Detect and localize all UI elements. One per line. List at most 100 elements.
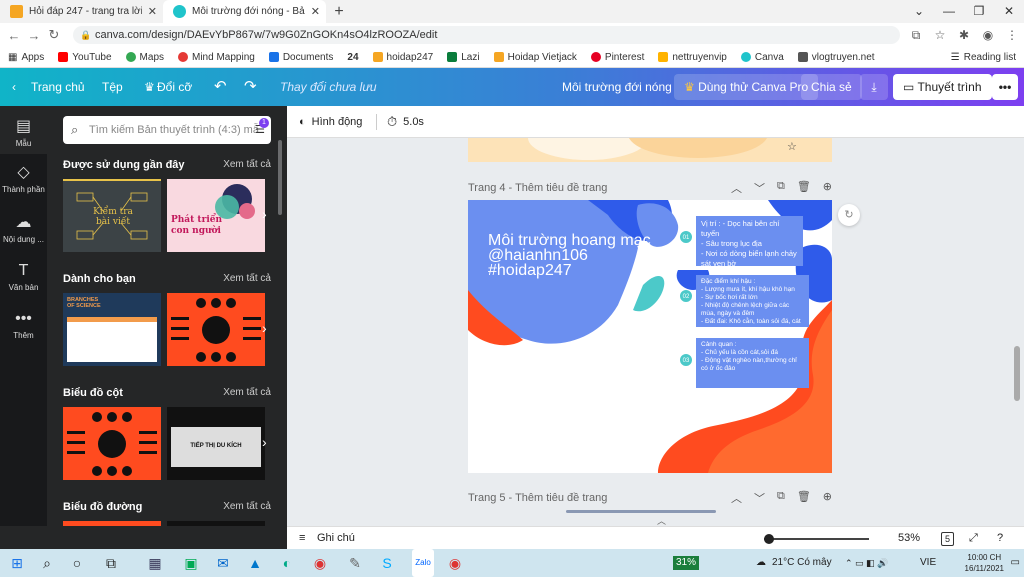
bookmark-mindmapping[interactable]: Mind Mapping	[178, 52, 255, 63]
edge-icon[interactable]: ◐	[272, 549, 302, 577]
rail-more[interactable]: ••• Thêm	[0, 310, 47, 340]
chrome-icon[interactable]: ◉	[305, 549, 335, 577]
info-box-climate[interactable]: Đặc điểm khí hậu : - Lượng mưa ít, khí h…	[696, 275, 809, 327]
home-link[interactable]: Trang chủ	[31, 68, 85, 106]
skype-icon[interactable]: S	[372, 549, 402, 577]
bookmark-youtube[interactable]: YouTube	[58, 52, 112, 63]
info-box-location[interactable]: Vị trí : - Dọc hai bên chí tuyến - Sâu t…	[696, 216, 803, 268]
bookmark-nettruyen[interactable]: nettruyenvip	[658, 52, 727, 63]
language-indicator[interactable]: VIE	[920, 549, 936, 577]
zoom-slider-knob[interactable]	[764, 534, 774, 544]
notes-icon[interactable]: ≡	[299, 527, 305, 550]
duration-button[interactable]: ⏱ 5.0s	[387, 106, 424, 138]
move-up-icon[interactable]: ︿	[731, 180, 742, 196]
browser-tab-canva[interactable]: Môi trường đới nóng - Bản thuyết trình ✕	[163, 0, 326, 23]
download-icon[interactable]: ⤓	[860, 74, 888, 100]
clock[interactable]: 10:00 CH 16/11/2021	[965, 552, 1004, 574]
template-thumb-bar-orange[interactable]	[63, 407, 161, 480]
app-icon[interactable]: ▣	[176, 549, 206, 577]
duplicate-page-icon[interactable]: ⧉	[777, 490, 785, 506]
profile-icon[interactable]: ◉	[976, 28, 1000, 42]
document-title[interactable]: Môi trường đới nóng	[562, 68, 672, 106]
rail-uploads[interactable]: ☁ Nội dung ...	[0, 212, 47, 244]
add-page-icon[interactable]: ⊕	[823, 180, 832, 196]
page-count-button[interactable]: 5	[941, 532, 955, 546]
share-button[interactable]: Chia sẻ	[801, 74, 862, 100]
see-all-link[interactable]: Xem tất cả	[223, 159, 271, 170]
calculator-icon[interactable]: ▦	[140, 549, 170, 577]
mail-icon[interactable]: ✉	[208, 549, 238, 577]
translate-icon[interactable]: ⧉	[904, 28, 928, 43]
slide-title[interactable]: Môi trường hoang mạc @haianhn106 #hoidap…	[488, 233, 668, 279]
carousel-next-icon[interactable]: ›	[262, 434, 267, 450]
forward-icon[interactable]: →	[24, 28, 44, 43]
template-thumb-branches[interactable]: BRANCHES OF SCIENCE	[63, 293, 161, 366]
bookmark-vlogtruyen[interactable]: vlogtruyen.net	[797, 52, 875, 63]
redo-icon[interactable]: ↷	[244, 68, 257, 106]
start-icon[interactable]: ⊞	[2, 549, 32, 577]
bookmark-vietjack[interactable]: Hoidap Vietjack	[493, 52, 577, 63]
refresh-slide-icon[interactable]: ↻	[838, 204, 860, 226]
help-icon[interactable]: ?	[997, 527, 1003, 550]
menu-icon[interactable]: ⋮	[1000, 28, 1024, 42]
cortana-icon[interactable]: ○	[62, 549, 92, 577]
url-field[interactable]: 🔒 canva.com/design/DAEvYbP867w/7w9G0ZnGO…	[73, 26, 900, 44]
new-tab-icon[interactable]: +	[326, 0, 352, 23]
bookmark-star-icon[interactable]: ☆	[928, 28, 952, 42]
undo-icon[interactable]: ↶	[214, 68, 227, 106]
delete-page-icon[interactable]: 🗑	[797, 180, 811, 196]
fullscreen-icon[interactable]: ⤢	[969, 527, 978, 550]
back-icon[interactable]: ←	[4, 28, 24, 43]
reading-list[interactable]: ☰ Reading list	[951, 47, 1016, 68]
delete-page-icon[interactable]: 🗑	[797, 490, 811, 506]
duplicate-page-icon[interactable]: ⧉	[777, 180, 785, 196]
carousel-next-icon[interactable]: ›	[262, 320, 267, 336]
editor-horizontal-scrollbar[interactable]	[566, 510, 716, 513]
see-all-link[interactable]: Xem tất cả	[223, 387, 271, 398]
see-all-link[interactable]: Xem tất cả	[223, 273, 271, 284]
back-home-icon[interactable]: ‹	[12, 68, 16, 106]
move-up-icon[interactable]: ︿	[731, 490, 742, 506]
rail-templates[interactable]: ▤ Mẫu	[0, 106, 47, 154]
editor-vertical-scrollbar[interactable]	[1014, 346, 1020, 401]
bookmark-hoidap247[interactable]: hoidap247	[372, 52, 433, 63]
zoom-slider[interactable]	[764, 534, 869, 544]
tray-icons[interactable]: ⌃ ▭ ◧ 🔊	[845, 549, 888, 577]
close-tab-icon[interactable]: ✕	[311, 5, 320, 18]
extensions-icon[interactable]: ✱	[952, 28, 976, 42]
bookmark-canva[interactable]: Canva	[740, 52, 784, 63]
bookmark-apps[interactable]: ▦ Apps	[8, 52, 44, 63]
template-thumb-orange-diagram[interactable]	[167, 293, 265, 366]
panel-scrollbar[interactable]	[278, 140, 282, 215]
add-page-icon[interactable]: ⊕	[823, 490, 832, 506]
see-all-link[interactable]: Xem tất cả	[223, 501, 271, 512]
task-view-icon[interactable]: ⧉	[96, 549, 126, 577]
template-thumb-phat-trien[interactable]: Phát triển con người	[167, 179, 265, 252]
show-pages-icon[interactable]: ︿	[657, 514, 666, 526]
slide-3-preview[interactable]: ☆	[468, 138, 832, 162]
present-button[interactable]: ▭ Thuyết trình	[893, 74, 992, 100]
photos-icon[interactable]: ▲	[240, 549, 270, 577]
resize-menu[interactable]: Đổi cỡ	[157, 68, 192, 106]
rail-text[interactable]: T Văn bản	[0, 262, 47, 292]
carousel-next-icon[interactable]: ›	[262, 206, 267, 222]
close-tab-icon[interactable]: ✕	[148, 5, 157, 18]
minimize-icon[interactable]: —	[934, 0, 964, 23]
animation-button[interactable]: ◐ Hình động	[299, 106, 362, 138]
template-search-input[interactable]: ⌕ Tìm kiếm Bản thuyết trình (4:3) mẫ ☰ 1	[63, 116, 271, 144]
chrome-active-icon[interactable]: ◉	[440, 549, 470, 577]
template-thumb-kiem-tra[interactable]: Kiểm tra bài viết	[63, 179, 161, 252]
reload-icon[interactable]: ↻	[44, 27, 64, 43]
file-menu[interactable]: Tệp	[102, 68, 123, 106]
bookmark-24[interactable]: 24	[347, 52, 358, 63]
template-thumb-tiep-thi[interactable]: TIẾP THỊ DU KÍCH	[167, 407, 265, 480]
zalo-icon[interactable]: Zalo	[412, 549, 434, 577]
info-box-landscape[interactable]: Cảnh quan : - Chủ yếu là cồn cát,sỏi đá …	[696, 338, 809, 388]
bookmark-maps[interactable]: Maps	[125, 52, 164, 63]
weather-text[interactable]: 21°C Có mây	[772, 549, 832, 577]
bookmark-documents[interactable]: Documents	[268, 52, 333, 63]
search-icon[interactable]: ⌕	[32, 549, 62, 577]
battery-indicator[interactable]: 31%	[673, 556, 700, 570]
bookmark-lazi[interactable]: Lazi	[447, 52, 480, 63]
browser-tab-hoidap[interactable]: Hỏi đáp 247 - trang tra lời ✕	[0, 0, 163, 23]
